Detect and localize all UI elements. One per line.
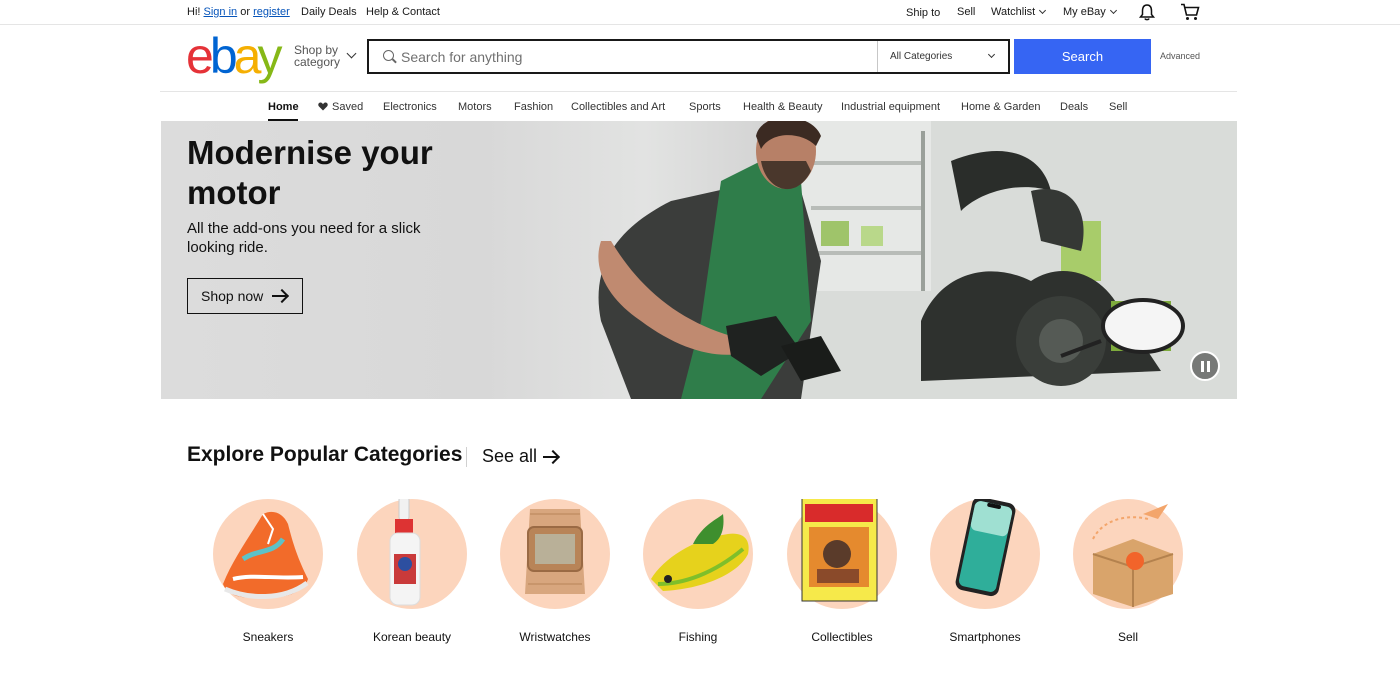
nav-item-home[interactable]: Home — [268, 101, 299, 113]
sneaker-icon — [223, 511, 309, 599]
category-circle — [643, 499, 753, 609]
advanced-search-link[interactable]: Advanced — [1160, 51, 1200, 61]
parcel-icon — [1092, 504, 1174, 607]
shop-by-category-label: Shop by category — [294, 43, 341, 69]
nav-item-deals[interactable]: Deals — [1060, 101, 1088, 113]
hero-banner[interactable]: Modernise your motor All the add-ons you… — [161, 121, 1237, 399]
heart-icon — [318, 102, 328, 111]
my-ebay-label: My eBay — [1063, 6, 1106, 18]
shop-by-category-button[interactable]: Shop by category — [294, 43, 357, 69]
sign-in-link[interactable]: Sign in — [204, 6, 238, 18]
my-ebay-menu[interactable]: My eBay — [1063, 6, 1117, 18]
category-sell[interactable]: Sell — [1073, 499, 1183, 644]
nav-item-saved-label: Saved — [332, 101, 364, 113]
search-icon — [383, 50, 394, 61]
serum-bottle-icon — [389, 499, 421, 606]
explore-section-title: Explore Popular Categories — [187, 443, 463, 466]
top-utility-bar: Hi! Sign in or register Daily Deals Help… — [0, 0, 1400, 25]
see-all-link[interactable]: See all — [482, 446, 537, 467]
category-fishing[interactable]: Fishing — [643, 499, 753, 644]
category-circle — [357, 499, 467, 609]
category-circle — [930, 499, 1040, 609]
watchlist-menu[interactable]: Watchlist — [991, 6, 1047, 18]
nav-item-sports[interactable]: Sports — [689, 101, 721, 113]
nav-item-home-garden[interactable]: Home & Garden — [961, 101, 1040, 113]
pause-icon[interactable] — [1190, 351, 1220, 381]
help-contact-link[interactable]: Help & Contact — [366, 6, 440, 18]
divider — [466, 447, 467, 467]
bell-icon[interactable] — [1138, 3, 1156, 21]
hero-subtitle: All the add-ons you need for a slick loo… — [187, 220, 421, 256]
nav-item-saved[interactable]: Saved — [318, 101, 363, 113]
cart-icon[interactable] — [1180, 3, 1200, 21]
search-input[interactable] — [401, 45, 871, 69]
category-nav: Home Saved Electronics Motors Fashion Co… — [160, 91, 1237, 121]
sell-link[interactable]: Sell — [957, 6, 975, 18]
category-wristwatches[interactable]: Wristwatches — [500, 499, 610, 644]
shop-now-button[interactable]: Shop now — [187, 278, 303, 314]
category-circle — [213, 499, 323, 609]
category-circle — [787, 499, 897, 609]
category-select-value: All Categories — [890, 51, 953, 62]
comic-book-icon — [801, 499, 878, 602]
search-bar: All Categories — [367, 39, 1010, 74]
ship-to-link[interactable]: Ship to — [906, 7, 940, 19]
nav-item-sell[interactable]: Sell — [1109, 101, 1127, 113]
category-select[interactable]: All Categories — [877, 41, 1008, 72]
chevron-down-icon — [346, 48, 357, 59]
category-collectibles[interactable]: Collectibles — [787, 499, 897, 644]
watchlist-label: Watchlist — [991, 6, 1036, 18]
nav-item-motors[interactable]: Motors — [458, 101, 492, 113]
category-korean-beauty[interactable]: Korean beauty — [357, 499, 467, 644]
nav-item-fashion[interactable]: Fashion — [514, 101, 553, 113]
daily-deals-link[interactable]: Daily Deals — [301, 6, 357, 18]
or-text: or — [240, 6, 250, 18]
chevron-down-icon — [987, 50, 996, 59]
ebay-logo[interactable]: ebay — [186, 28, 282, 84]
logo-letter-a: a — [233, 28, 262, 84]
nav-item-collectibles-art[interactable]: Collectibles and Art — [571, 101, 665, 113]
chevron-down-icon — [1109, 6, 1117, 15]
logo-letter-y: y — [257, 28, 282, 84]
register-link[interactable]: register — [253, 6, 290, 18]
arrow-right-icon — [272, 295, 286, 297]
arrow-right-icon[interactable] — [543, 456, 557, 458]
category-smartphones[interactable]: Smartphones — [930, 499, 1040, 644]
category-label: Sell — [1117, 630, 1138, 644]
nav-item-industrial-equipment[interactable]: Industrial equipment — [841, 101, 940, 113]
nav-item-electronics[interactable]: Electronics — [383, 101, 437, 113]
search-button[interactable]: Search — [1014, 39, 1151, 74]
nav-item-health-beauty[interactable]: Health & Beauty — [743, 101, 823, 113]
category-circle — [1073, 499, 1183, 609]
category-circle — [500, 499, 610, 609]
smartphone-icon — [955, 499, 1016, 597]
logo-letter-e: e — [186, 28, 214, 84]
greeting: Hi! Sign in or register — [187, 6, 290, 18]
hero-title: Modernise your motor — [187, 134, 433, 211]
logo-letter-b: b — [209, 28, 238, 84]
category-sneakers[interactable]: Sneakers — [213, 499, 323, 644]
shop-now-label: Shop now — [201, 288, 264, 304]
watch-icon — [525, 509, 585, 594]
greeting-text: Hi! — [187, 6, 201, 18]
chevron-down-icon — [1039, 6, 1047, 15]
fishing-lure-icon — [651, 514, 749, 591]
